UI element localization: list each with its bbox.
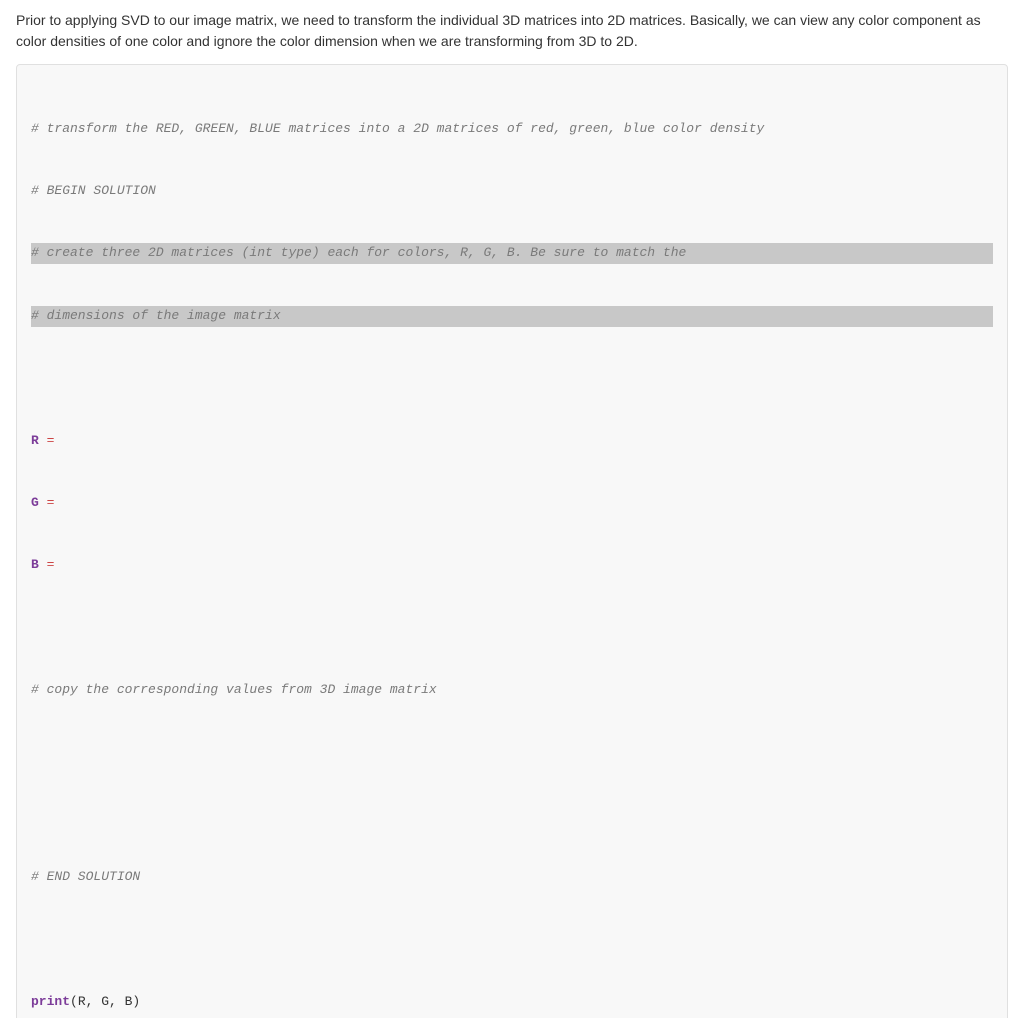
- code-g-assign: G =: [31, 493, 993, 514]
- code-r-assign: R =: [31, 431, 993, 452]
- code-block: # transform the RED, GREEN, BLUE matrice…: [16, 64, 1008, 1018]
- code-comment-5: # copy the corresponding values from 3D …: [31, 680, 993, 701]
- code-blank-2: [31, 618, 993, 639]
- code-comment-3: # create three 2D matrices (int type) ea…: [31, 243, 993, 264]
- code-b-assign: B =: [31, 555, 993, 576]
- code-blank-3: [31, 743, 993, 764]
- code-print-line: print(R, G, B): [31, 992, 993, 1013]
- description-text: Prior to applying SVD to our image matri…: [16, 10, 1008, 52]
- code-blank-1: [31, 368, 993, 389]
- code-comment-4: # dimensions of the image matrix: [31, 306, 993, 327]
- code-comment-6: # END SOLUTION: [31, 867, 993, 888]
- code-blank-4: [31, 805, 993, 826]
- code-comment-1: # transform the RED, GREEN, BLUE matrice…: [31, 119, 993, 140]
- code-blank-5: [31, 930, 993, 951]
- code-comment-2: # BEGIN SOLUTION: [31, 181, 993, 202]
